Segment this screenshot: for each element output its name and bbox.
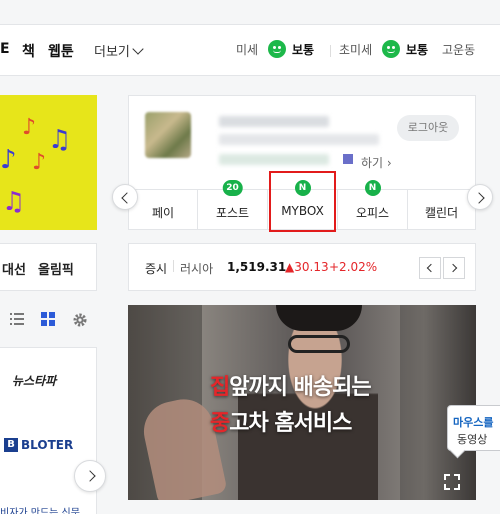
mybox-highlight	[269, 171, 336, 232]
chevron-left-icon	[426, 263, 436, 273]
ad-highlight-char: 중	[210, 411, 230, 436]
gear-icon[interactable]	[72, 312, 88, 328]
service-office[interactable]: N 오피스	[338, 180, 407, 230]
service-label: 캘린더	[424, 206, 459, 220]
notification-badge: 20	[222, 180, 243, 196]
nav-link-books[interactable]: 책	[22, 41, 35, 61]
ultra-fine-dust-label: 초미세	[339, 43, 373, 57]
user-info	[219, 154, 329, 165]
nav-link-partial[interactable]: E	[0, 41, 10, 57]
service-calendar[interactable]: 캘린더	[408, 190, 475, 230]
music-note-icon: ♪	[32, 150, 47, 175]
ad-headline-text: 앞까지 배송되는	[229, 375, 371, 400]
ad-banner[interactable]: 집앞까지 배송되는 중고차 홈서비스	[128, 305, 476, 500]
expand-icon[interactable]	[444, 474, 460, 490]
ultra-fine-dust-status: 보통	[406, 43, 429, 57]
fine-dust-label: 미세	[236, 43, 259, 57]
service-pay[interactable]: 페이	[129, 190, 197, 230]
tab-olympics[interactable]: 올림픽	[38, 259, 74, 278]
grid-view-icon[interactable]	[41, 312, 55, 326]
ad-headline-text: 고차 홈서비스	[229, 411, 352, 436]
prev-service-button[interactable]	[112, 184, 138, 210]
stock-value: 1,519.31	[227, 260, 287, 274]
service-post[interactable]: 20 포스트	[198, 180, 267, 230]
music-banner[interactable]: ♪ ♫ ♪ ♪ ♫	[0, 95, 97, 230]
stock-next-button[interactable]	[443, 257, 465, 279]
bloter-logo-icon: B	[4, 438, 18, 452]
chevron-left-icon	[121, 192, 133, 204]
fine-dust-status: 보통	[292, 43, 315, 57]
tooltip-title: 마우스를	[453, 416, 494, 429]
nav-bar: E 책 웹툰 더보기 미세 보통 초미세 보통 고운동	[0, 24, 500, 76]
divider	[173, 260, 174, 272]
tab-election[interactable]: 대선	[2, 259, 26, 278]
tooltip-body: 동영상	[457, 433, 488, 446]
chevron-right-icon	[448, 263, 458, 273]
press-logo-bloter[interactable]: BLOTER	[21, 438, 73, 452]
press-logo-newstapa[interactable]: 뉴스타파	[12, 372, 56, 389]
top-bar	[0, 0, 500, 24]
service-icon	[343, 154, 353, 164]
more-label: 더보기	[94, 45, 130, 60]
avatar[interactable]	[145, 112, 191, 158]
list-view-icon[interactable]	[10, 312, 24, 326]
smile-face-icon	[382, 40, 400, 58]
stock-change: ▲30.13	[285, 260, 329, 274]
chevron-down-icon	[132, 43, 144, 55]
ad-headline-2: 중고차 홈서비스	[210, 405, 352, 437]
stock-ticker[interactable]: 증시 러시아 1,519.31 ▲30.13 +2.02%	[128, 243, 476, 291]
next-service-button[interactable]	[467, 184, 493, 210]
topic-tabs: 대선 올림픽	[0, 243, 97, 291]
ad-person-hair	[276, 305, 362, 331]
music-note-icon: ♫	[2, 187, 26, 217]
music-note-icon: ♪	[22, 115, 37, 140]
notification-badge: N	[364, 180, 381, 196]
music-note-icon: ♫	[48, 125, 72, 155]
ad-person-glasses	[288, 335, 350, 353]
more-button[interactable]: 더보기	[94, 41, 144, 60]
chevron-right-icon	[84, 470, 96, 482]
user-name	[219, 116, 329, 127]
video-tooltip: 마우스를 동영상	[447, 405, 500, 451]
logout-button[interactable]: 로그아웃	[397, 115, 459, 141]
service-label: 포스트	[215, 206, 250, 220]
chevron-right-icon	[473, 192, 485, 204]
ad-highlight-char: 집	[210, 375, 230, 400]
settings-link[interactable]: 하기 ›	[361, 154, 392, 171]
settings-link-label: 하기	[361, 156, 384, 170]
ad-headline-1: 집앞까지 배송되는	[210, 369, 372, 401]
ad-background-panel	[400, 305, 476, 500]
next-arrow-button[interactable]	[74, 460, 106, 492]
user-email	[219, 134, 379, 145]
nav-link-webtoon[interactable]: 웹툰	[48, 41, 74, 61]
stock-change-pct: +2.02%	[329, 260, 378, 274]
divider	[330, 45, 331, 57]
service-label: 페이	[151, 206, 175, 220]
press-logo-text[interactable]: 비자가 만드는 신문	[0, 504, 80, 514]
location-label[interactable]: 고운동	[442, 41, 475, 58]
service-label: 오피스	[355, 206, 390, 220]
stock-market: 러시아	[180, 262, 214, 276]
stock-prev-button[interactable]	[419, 257, 441, 279]
smile-face-icon	[268, 40, 286, 58]
music-note-icon: ♪	[0, 145, 17, 175]
stock-category: 증시	[145, 262, 168, 276]
